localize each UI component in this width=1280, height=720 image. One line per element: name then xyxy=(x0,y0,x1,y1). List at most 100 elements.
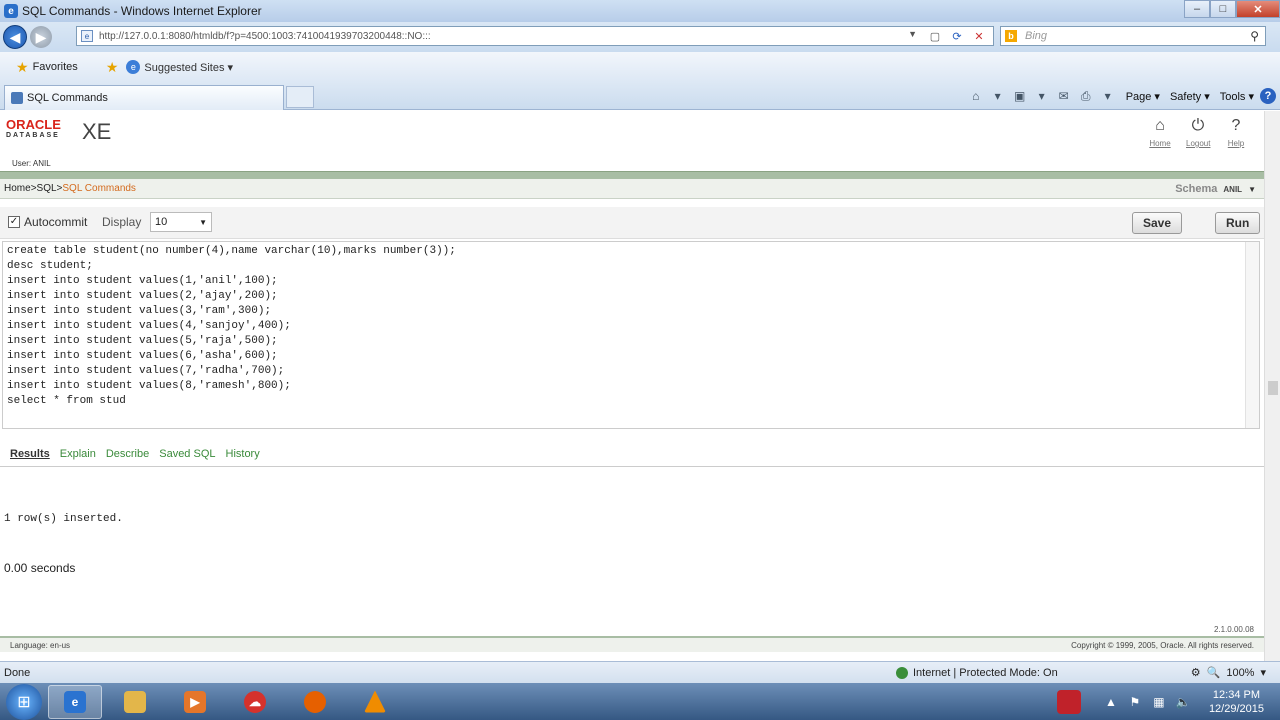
suggested-sites[interactable]: ★ e Suggested Sites ▾ xyxy=(106,59,233,76)
settings-icon[interactable]: ⚙ xyxy=(1191,666,1201,679)
logout-link-label[interactable]: Logout xyxy=(1186,139,1210,148)
compatibility-view-icon[interactable]: ▢ xyxy=(927,29,943,43)
taskbar-ie[interactable]: e xyxy=(48,684,102,719)
home-link-label[interactable]: Home xyxy=(1148,139,1172,148)
maximize-button[interactable]: □ xyxy=(1210,0,1236,18)
media-player-icon: ▶ xyxy=(184,690,206,713)
favorites-button[interactable]: ★ Favorites xyxy=(10,56,84,79)
display-label: Display xyxy=(102,215,142,229)
taskbar-vlc[interactable] xyxy=(348,685,402,719)
schema-selector[interactable]: Schema ANIL ▼ xyxy=(1175,183,1256,195)
forward-button[interactable]: ▶ xyxy=(30,26,52,48)
clock-time: 12:34 PM xyxy=(1212,688,1261,701)
tab-explain[interactable]: Explain xyxy=(60,448,96,460)
tab-history[interactable]: History xyxy=(226,448,260,460)
tools-menu[interactable]: Tools ▾ xyxy=(1220,90,1254,103)
safety-menu[interactable]: Safety ▾ xyxy=(1170,90,1210,103)
schema-value[interactable]: ANIL xyxy=(1223,185,1242,194)
ie-site-icon: e xyxy=(126,60,141,74)
help-icon[interactable]: ? xyxy=(1260,88,1276,104)
taskbar-cloud[interactable]: ☁ xyxy=(228,685,282,719)
chevron-down-icon[interactable]: ▾ xyxy=(1260,666,1266,679)
help-link-label[interactable]: Help xyxy=(1224,139,1248,148)
favorites-bar: ★ Favorites ★ e Suggested Sites ▾ xyxy=(0,52,1280,82)
add-favorite-icon[interactable]: ★ xyxy=(106,59,119,76)
schema-label: Schema xyxy=(1175,183,1218,195)
mail-icon[interactable]: ✉ xyxy=(1056,88,1072,104)
print-icon[interactable]: ⎙ xyxy=(1078,88,1094,104)
question-icon: ? xyxy=(1231,117,1241,134)
stop-icon[interactable]: ✕ xyxy=(971,29,987,43)
network-icon[interactable]: ▦ xyxy=(1151,694,1167,710)
chevron-down-icon[interactable]: ▼ xyxy=(1248,185,1256,194)
refresh-icon[interactable]: ⟳ xyxy=(949,29,965,43)
save-button[interactable]: Save xyxy=(1132,212,1183,234)
clock[interactable]: 12:34 PM 12/29/2015 xyxy=(1209,688,1264,716)
back-button[interactable]: ◀ xyxy=(3,25,27,49)
page-footer: Language: en-us Copyright © 1999, 2005, … xyxy=(0,636,1264,652)
taskbar-explorer[interactable] xyxy=(108,685,162,719)
logout-link[interactable]: ⏻ Logout xyxy=(1186,117,1210,148)
security-zone[interactable]: Internet | Protected Mode: On xyxy=(896,666,1058,679)
dropdown-icon[interactable]: ▾ xyxy=(1034,88,1050,104)
language-label: Language: en-us xyxy=(10,640,71,650)
dropdown-icon[interactable]: ▾ xyxy=(990,88,1006,104)
tab-saved-sql[interactable]: Saved SQL xyxy=(159,448,215,460)
help-link[interactable]: ? Help xyxy=(1224,117,1248,148)
taskbar-firefox[interactable] xyxy=(288,685,342,719)
tab-sql-commands[interactable]: SQL Commands xyxy=(4,85,284,110)
home-icon[interactable]: ⌂ xyxy=(968,88,984,104)
tray-app-icon[interactable] xyxy=(1056,689,1081,714)
home-link[interactable]: ⌂ Home xyxy=(1148,117,1172,148)
search-placeholder[interactable]: Bing xyxy=(1025,30,1047,42)
tab-describe[interactable]: Describe xyxy=(106,448,149,460)
home-page-icon: ⌂ xyxy=(1155,117,1165,134)
page-menu[interactable]: Page ▾ xyxy=(1126,90,1160,103)
tab-bar: SQL Commands ⌂ ▾ ▣ ▾ ✉ ⎙ ▾ Page ▾ Safety ▾ … xyxy=(0,82,1280,110)
zoom-control[interactable]: ⚙ 🔍 100% ▾ xyxy=(1191,666,1266,680)
firefox-icon xyxy=(304,690,326,713)
feeds-icon[interactable]: ▣ xyxy=(1012,88,1028,104)
status-text: Done xyxy=(4,666,31,679)
show-hidden-icon[interactable]: ▲ xyxy=(1103,694,1119,710)
suggested-sites-label: Suggested Sites ▾ xyxy=(144,61,234,74)
new-tab-button[interactable] xyxy=(286,86,314,108)
address-dropdown-icon[interactable]: ▼ xyxy=(908,29,917,39)
bing-icon: b xyxy=(1005,30,1017,42)
sql-editor-text[interactable]: create table student(no number(4),name v… xyxy=(3,242,1259,411)
address-bar[interactable]: e http://127.0.0.1:8080/htmldb/f?p=4500:… xyxy=(76,26,994,46)
breadcrumb: Home > SQL > SQL Commands xyxy=(0,179,1264,199)
start-button[interactable]: ⊞ xyxy=(6,683,42,720)
editor-scrollbar[interactable] xyxy=(1245,242,1259,428)
logo-oracle: ORACLE xyxy=(6,117,61,132)
breadcrumb-home[interactable]: Home xyxy=(4,183,31,194)
volume-icon[interactable]: 🔈 xyxy=(1175,694,1191,710)
run-button[interactable]: Run xyxy=(1215,212,1261,234)
page-scrollbar[interactable] xyxy=(1264,111,1280,661)
dropdown-icon[interactable]: ▾ xyxy=(1100,88,1116,104)
minimize-button[interactable]: – xyxy=(1184,0,1210,18)
search-box[interactable]: b Bing ⚲ xyxy=(1000,26,1266,46)
display-select[interactable]: 10 ▼ xyxy=(150,212,212,232)
breadcrumb-sql[interactable]: SQL xyxy=(37,183,57,194)
taskbar-media[interactable]: ▶ xyxy=(168,685,222,719)
close-button[interactable]: ✕ xyxy=(1236,0,1280,18)
zoom-level[interactable]: 100% xyxy=(1226,667,1254,679)
address-toolbar: ◀ ▶ e http://127.0.0.1:8080/htmldb/f?p=4… xyxy=(0,22,1280,52)
window-title: SQL Commands - Windows Internet Explorer xyxy=(22,4,262,18)
status-bar: Done Internet | Protected Mode: On ⚙ 🔍 1… xyxy=(0,661,1280,683)
breadcrumb-current: SQL Commands xyxy=(62,183,136,194)
header-divider xyxy=(0,171,1264,179)
display-value: 10 xyxy=(155,216,168,228)
flag-icon[interactable]: ⚑ xyxy=(1127,694,1143,710)
autocommit-checkbox[interactable]: ✓ xyxy=(8,216,20,228)
user-label: User: ANIL xyxy=(12,159,51,168)
search-icon[interactable]: ⚲ xyxy=(1250,29,1259,43)
tab-page-icon xyxy=(11,92,23,104)
sql-editor[interactable]: create table student(no number(4),name v… xyxy=(2,241,1260,429)
results-tabs: Results Explain Describe Saved SQL Histo… xyxy=(0,441,1264,467)
scrollbar-thumb[interactable] xyxy=(1268,381,1278,395)
url-text[interactable]: http://127.0.0.1:8080/htmldb/f?p=4500:10… xyxy=(99,31,431,42)
tab-results[interactable]: Results xyxy=(10,448,50,460)
zone-label: Internet | Protected Mode: On xyxy=(913,666,1058,679)
